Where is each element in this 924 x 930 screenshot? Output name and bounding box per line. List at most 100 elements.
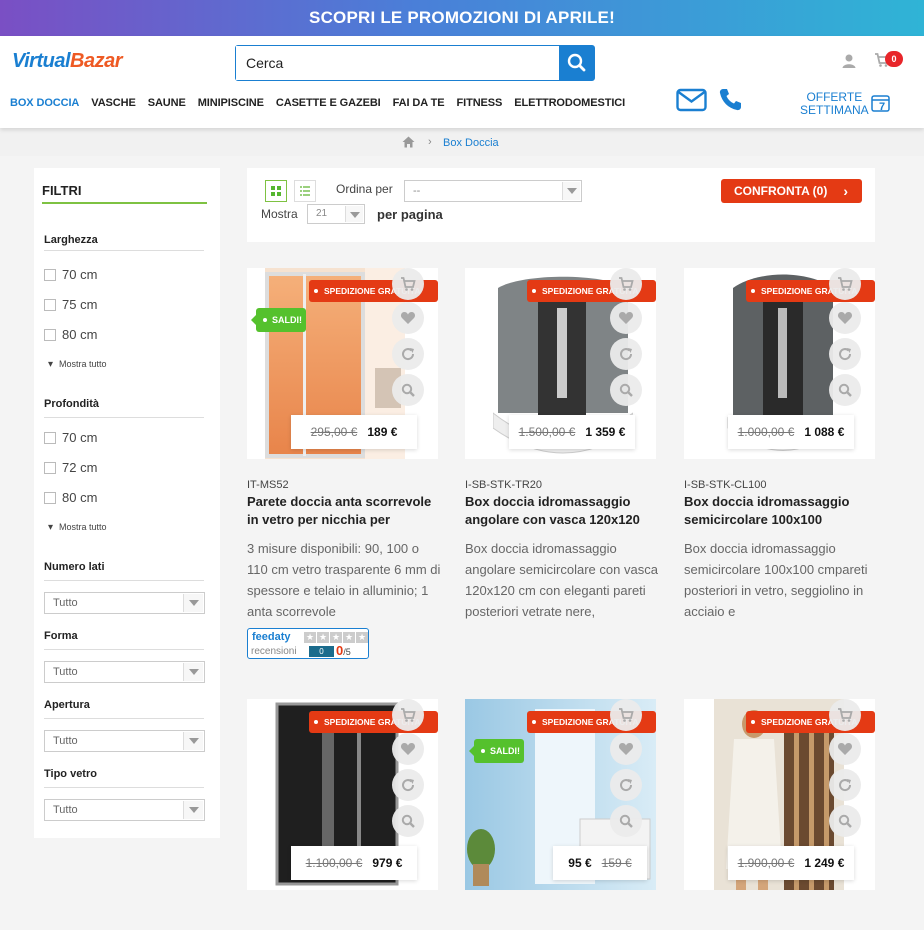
sale-badge: SALDI! (469, 739, 524, 763)
listing-toolbar: Ordina per -- Mostra 21 per pagina CONFR… (247, 168, 875, 242)
wishlist-button[interactable] (610, 302, 642, 334)
site-logo[interactable]: VirtualBazar (12, 50, 122, 73)
tipo-vetro-select[interactable]: Tutto (44, 799, 205, 821)
checkbox[interactable] (44, 461, 56, 474)
add-to-cart-button[interactable] (392, 268, 424, 300)
search-input[interactable] (236, 46, 560, 80)
grid-view-button[interactable] (265, 180, 287, 202)
product-sku: I-SB-STK-CL100 (684, 479, 767, 491)
nav-item-fitness[interactable]: FITNESS (457, 97, 503, 109)
compare-product-button[interactable] (829, 338, 861, 370)
filter-profondita-title: Profondità (44, 398, 99, 410)
apertura-select[interactable]: Tutto (44, 730, 205, 752)
checkbox[interactable] (44, 491, 56, 504)
numero-lati-select[interactable]: Tutto (44, 592, 205, 614)
product-card[interactable]: SPEDIZIONE GRATUITA 1.100,00 €979 € (247, 699, 438, 890)
nav-item-minipiscine[interactable]: MINIPISCINE (198, 97, 264, 109)
old-price: 159 € (601, 856, 632, 870)
quick-view-button[interactable] (392, 374, 424, 406)
product-title[interactable]: Box doccia idromassaggio semicircolare 1… (684, 493, 879, 529)
wishlist-button[interactable] (610, 733, 642, 765)
cart-icon (838, 708, 853, 722)
option-label: 70 cm (62, 430, 98, 445)
home-icon[interactable] (402, 136, 415, 148)
wishlist-button[interactable] (829, 302, 861, 334)
product-card[interactable]: SPEDIZIONE GRATUITA 1.500,00 €1 359 € (465, 268, 656, 459)
divider (44, 718, 204, 719)
filter-profondita-option[interactable]: 70 cm (44, 430, 97, 445)
nav-item-casette-gazebi[interactable]: CASETTE E GAZEBI (276, 97, 381, 109)
checkbox[interactable] (44, 298, 56, 311)
logo-part-virtual: Virtual (12, 50, 71, 72)
sort-select[interactable]: -- (404, 180, 582, 202)
old-price: 1.100,00 € (305, 856, 363, 870)
filter-profondita-option[interactable]: 72 cm (44, 460, 97, 475)
add-to-cart-button[interactable] (392, 699, 424, 731)
breadcrumb-current[interactable]: Box Doccia (443, 137, 499, 149)
nav-item-vasche[interactable]: VASCHE (91, 97, 136, 109)
filter-larghezza-option[interactable]: 70 cm (44, 267, 97, 282)
forma-select[interactable]: Tutto (44, 661, 205, 683)
filter-profondita-option[interactable]: 80 cm (44, 490, 97, 505)
quick-view-button[interactable] (829, 374, 861, 406)
product-title[interactable]: Parete doccia anta scorrevole in vetro p… (247, 493, 442, 529)
promo-banner[interactable]: SCOPRI LE PROMOZIONI DI APRILE! (0, 0, 924, 36)
wishlist-button[interactable] (829, 733, 861, 765)
product-title[interactable]: Box doccia idromassaggio angolare con va… (465, 493, 660, 529)
divider (44, 250, 204, 251)
compare-product-button[interactable] (392, 769, 424, 801)
compare-button[interactable]: CONFRONTA (0) › (721, 179, 862, 203)
compare-product-button[interactable] (610, 338, 642, 370)
add-to-cart-button[interactable] (829, 699, 861, 731)
chevron-right-icon: › (843, 183, 848, 199)
checkbox[interactable] (44, 431, 56, 444)
filter-larghezza-option[interactable]: 75 cm (44, 297, 97, 312)
quick-view-button[interactable] (610, 374, 642, 406)
show-all-profondita-link[interactable]: Mostra tutto (48, 522, 107, 533)
logo-part-bazar: Bazar (70, 50, 122, 72)
option-label: 70 cm (62, 267, 98, 282)
checkbox[interactable] (44, 328, 56, 341)
product-card[interactable]: SPEDIZIONE GRATUITA 1.000,00 €1 088 € (684, 268, 875, 459)
quick-view-button[interactable] (829, 805, 861, 837)
nav-item-box-doccia[interactable]: BOX DOCCIA (10, 97, 79, 109)
compare-product-button[interactable] (610, 769, 642, 801)
add-to-cart-button[interactable] (829, 268, 861, 300)
user-icon[interactable] (841, 53, 857, 69)
quick-view-button[interactable] (392, 805, 424, 837)
filter-tipo-vetro-title: Tipo vetro (44, 768, 97, 780)
price-box: 295,00 € 189 € (291, 415, 417, 449)
price: 1 088 € (804, 425, 845, 439)
refresh-icon (839, 348, 852, 361)
product-card[interactable]: SPEDIZIONE GRATUITA SALDI! 159 €95 € (465, 699, 656, 890)
product-card[interactable]: SPEDIZIONE GRATUITA 1.900,00 €1 249 € (684, 699, 875, 890)
nav-item-fai-da-te[interactable]: FAI DA TE (393, 97, 445, 109)
quick-view-button[interactable] (610, 805, 642, 837)
filter-larghezza-option[interactable]: 80 cm (44, 327, 97, 342)
search-icon (567, 53, 586, 72)
price: 189 € (367, 425, 398, 439)
compare-product-button[interactable] (829, 769, 861, 801)
nav-item-elettrodomestici[interactable]: ELETTRODOMESTICI (514, 97, 625, 109)
filter-numero-lati-title: Numero lati (44, 561, 105, 573)
list-view-button[interactable] (294, 180, 316, 202)
checkbox[interactable] (44, 268, 56, 281)
phone-icon[interactable] (718, 87, 743, 112)
filter-forma-title: Forma (44, 630, 78, 642)
search-button[interactable] (559, 46, 594, 80)
show-all-larghezza-link[interactable]: Mostra tutto (48, 359, 107, 370)
site-header: VirtualBazar 0 BOX DOCCIA VASCHE SAUNE M… (0, 36, 924, 128)
product-card[interactable]: SPEDIZIONE GRATUITA SALDI! 295,00 €189 € (247, 268, 438, 459)
mail-icon[interactable] (676, 88, 707, 112)
wishlist-button[interactable] (392, 302, 424, 334)
add-to-cart-button[interactable] (610, 699, 642, 731)
compare-product-button[interactable] (392, 338, 424, 370)
wishlist-button[interactable] (392, 733, 424, 765)
reviews-label: recensioni (251, 646, 297, 657)
per-page-select[interactable]: 21 (307, 204, 365, 224)
option-label: 80 cm (62, 490, 98, 505)
offerte-settimana-link[interactable]: OFFERTE SETTIMANA (800, 91, 869, 117)
add-to-cart-button[interactable] (610, 268, 642, 300)
nav-item-saune[interactable]: SAUNE (148, 97, 186, 109)
feedaty-reviews-widget[interactable]: feedaty ★ ★ ★ ★ ★ recensioni 0 0/5 (247, 628, 369, 659)
